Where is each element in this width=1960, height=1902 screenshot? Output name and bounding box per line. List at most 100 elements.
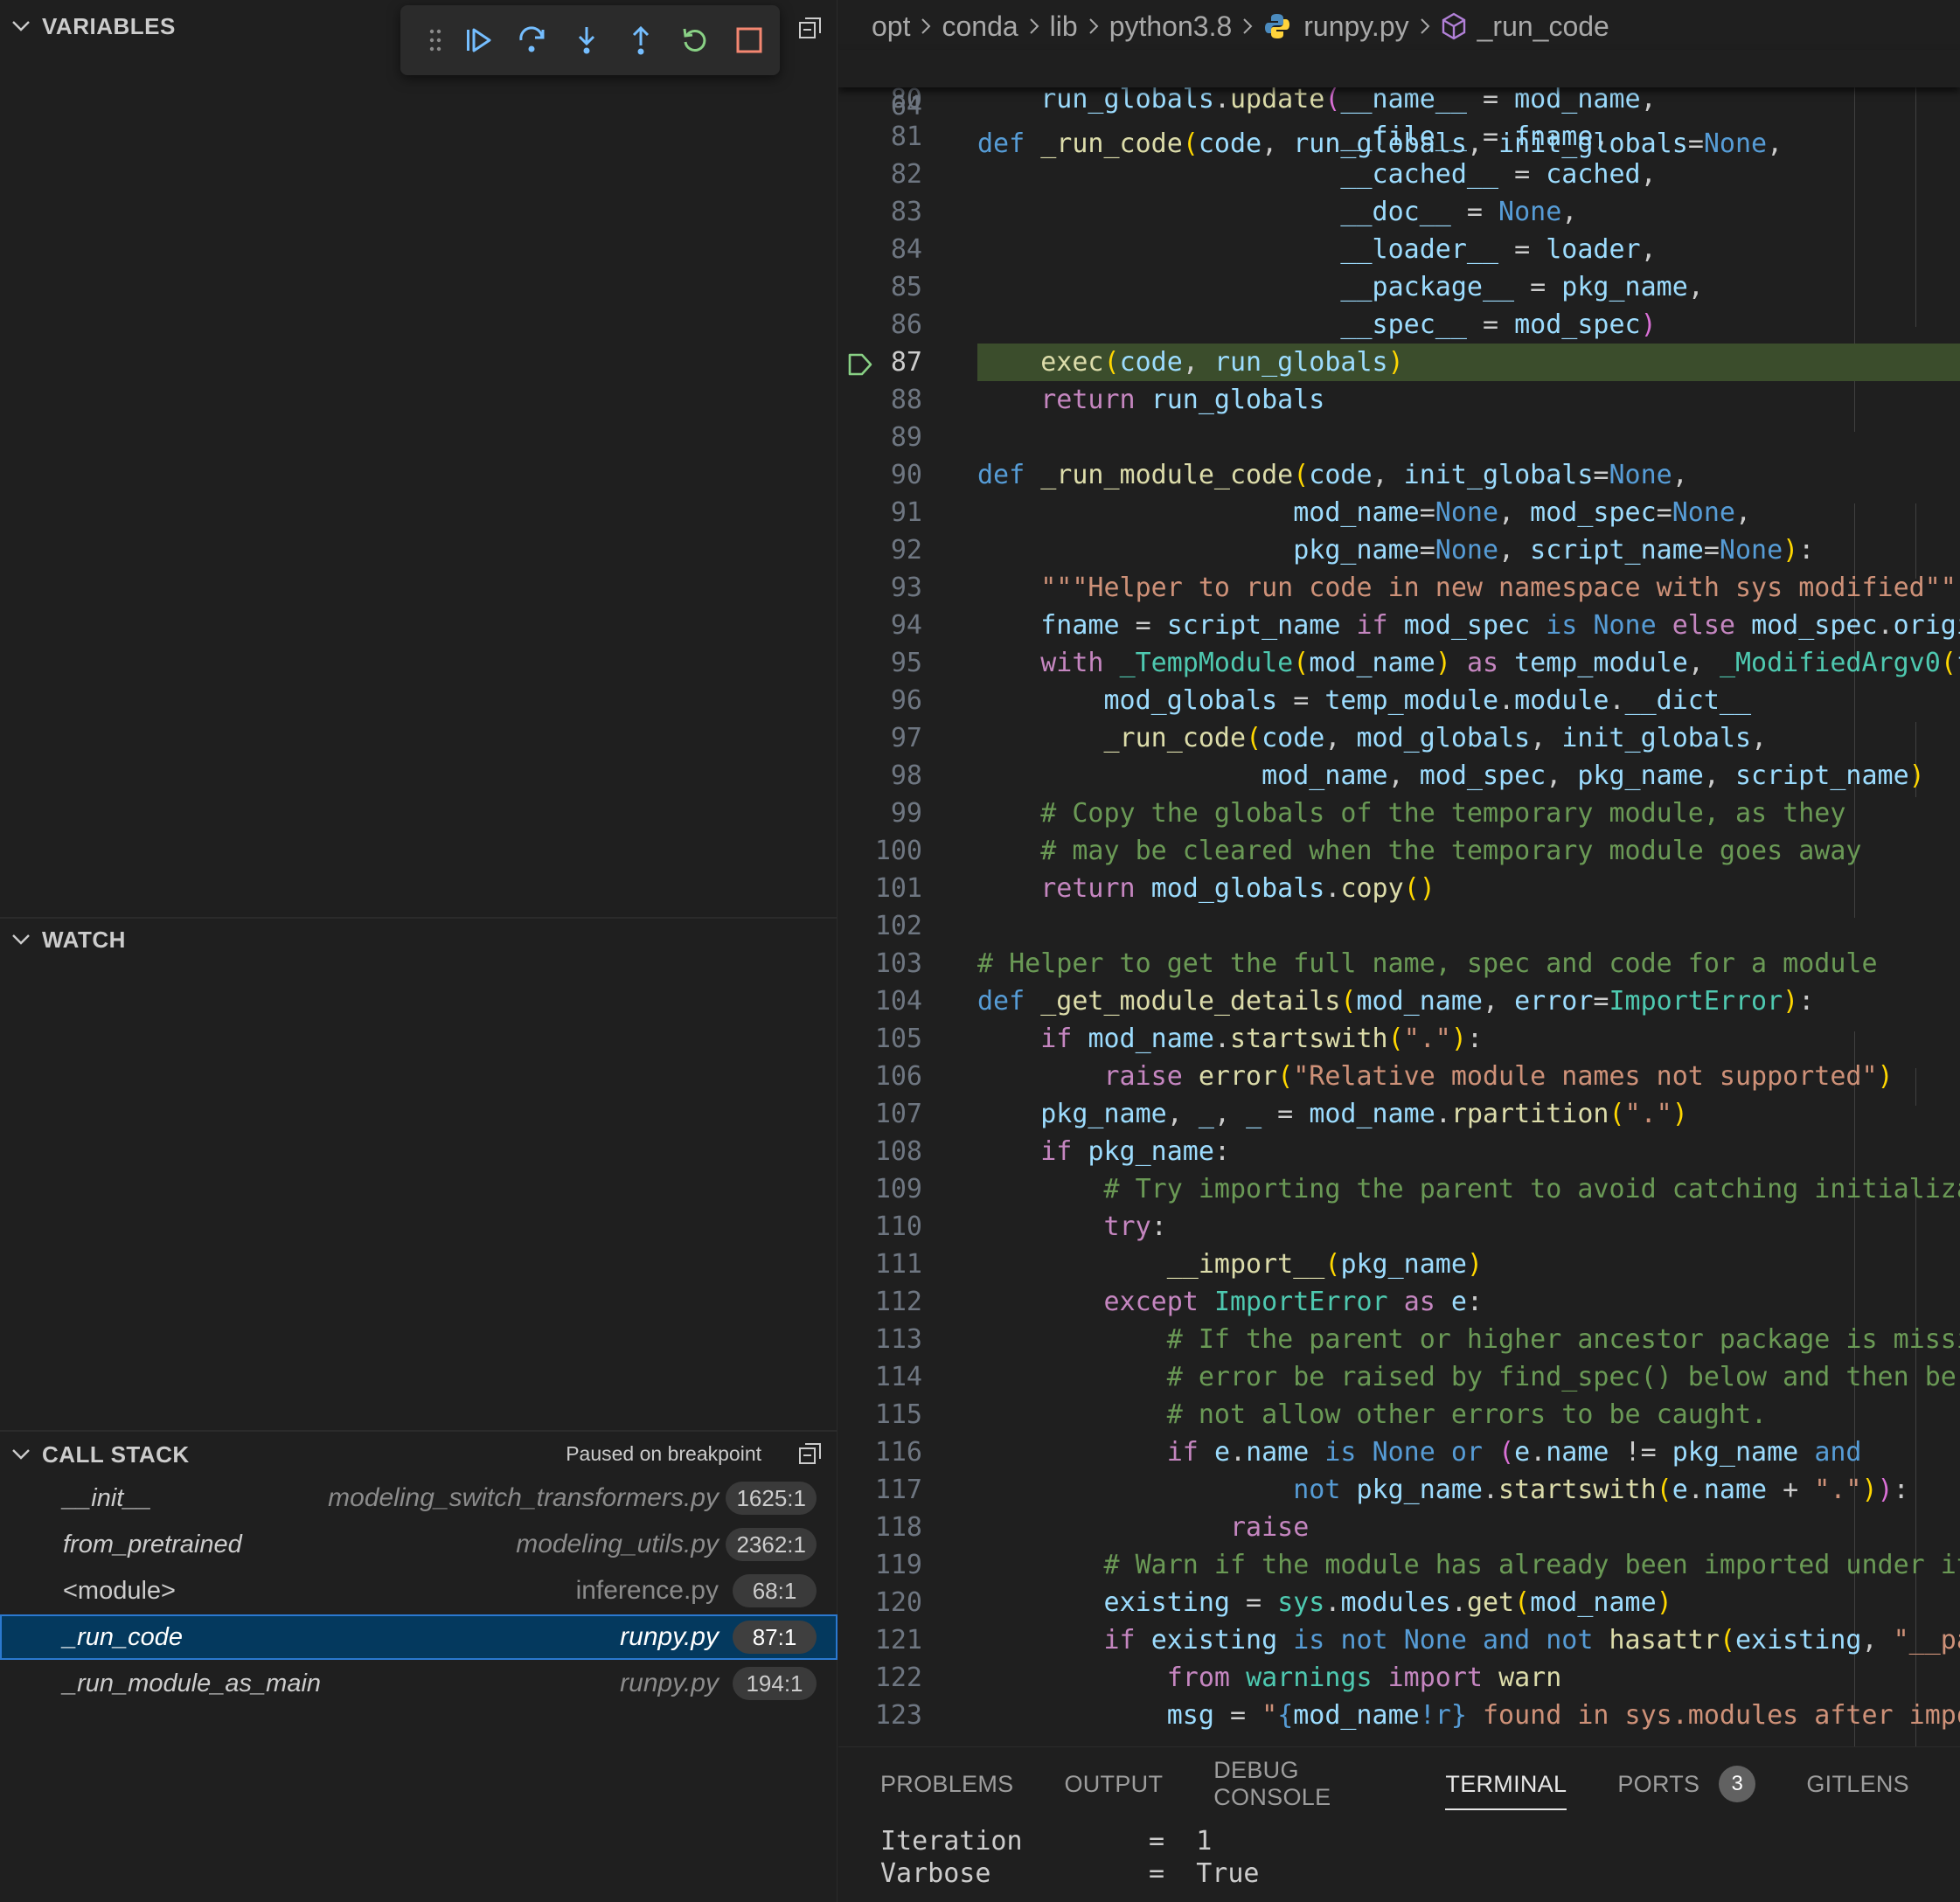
step-over-button[interactable]	[505, 5, 560, 75]
code-line[interactable]: 110 try:	[838, 1208, 1960, 1246]
chevron-down-icon	[0, 0, 42, 52]
code-text: pkg_name=None, script_name=None):	[1293, 535, 1815, 566]
code-line[interactable]: 95 with _TempModule(mod_name) as temp_mo…	[838, 644, 1960, 682]
code-text: # may be cleared when the temporary modu…	[1040, 836, 1862, 866]
line-number: 84	[890, 234, 922, 265]
collapse-all-icon[interactable]	[793, 1436, 828, 1471]
tab-ports[interactable]: PORTS 3	[1617, 1758, 1756, 1810]
frame-position: 87:1	[733, 1621, 817, 1654]
callstack-frame[interactable]: <module> inference.py 68:1	[0, 1568, 838, 1614]
code-line[interactable]: 117 not pkg_name.startswith(e.name + "."…	[838, 1471, 1960, 1509]
code-line[interactable]: 123 msg = "{mod_name!r} found in sys.mod…	[838, 1697, 1960, 1734]
code-line[interactable]: 83 __doc__ = None,	[838, 193, 1960, 231]
code-line[interactable]: 86 __spec__ = mod_spec)	[838, 306, 1960, 344]
code-line[interactable]: 85 __package__ = pkg_name,	[838, 268, 1960, 306]
code-text: if mod_name.startswith("."):	[1040, 1024, 1483, 1054]
code-line[interactable]: 113 # If the parent or higher ancestor p…	[838, 1321, 1960, 1358]
code-line[interactable]: 120 existing = sys.modules.get(mod_name)	[838, 1584, 1960, 1621]
continue-icon	[467, 28, 491, 52]
breadcrumb-item[interactable]: opt	[872, 10, 910, 43]
code-line[interactable]: 99 # Copy the globals of the temporary m…	[838, 795, 1960, 832]
code-text: __spec__ = mod_spec)	[1340, 309, 1657, 340]
code-line[interactable]: 102	[838, 907, 1960, 945]
continue-button[interactable]	[451, 5, 505, 75]
tab-output[interactable]: OUTPUT	[1064, 1758, 1163, 1810]
code-line[interactable]: 105 if mod_name.startswith("."):	[838, 1020, 1960, 1058]
code-text: msg = "{mod_name!r} found in sys.modules…	[1166, 1700, 1960, 1731]
restart-button[interactable]	[668, 5, 722, 75]
line-number: 97	[890, 723, 922, 753]
code-text: # Copy the globals of the temporary modu…	[1040, 798, 1846, 829]
code-line[interactable]: 96 mod_globals = temp_module.module.__di…	[838, 682, 1960, 719]
line-number: 118	[874, 1512, 922, 1543]
tab-terminal[interactable]: TERMINAL	[1445, 1758, 1567, 1810]
watch-section-header[interactable]: WATCH	[0, 913, 838, 966]
breadcrumb-item[interactable]: _run_code	[1477, 10, 1609, 43]
code-line[interactable]: 121 if existing is not None and not hasa…	[838, 1621, 1960, 1659]
sticky-scroll-line[interactable]: 64 def _run_code(code, run_globals, init…	[838, 50, 1960, 159]
code-line[interactable]: 94 fname = script_name if mod_spec is No…	[838, 607, 1960, 644]
callstack-frame-selected[interactable]: _run_code runpy.py 87:1	[0, 1614, 838, 1660]
code-text: raise error("Relative module names not s…	[1103, 1061, 1894, 1092]
code-text: with _TempModule(mod_name) as temp_modul…	[1040, 648, 1960, 678]
code-editor[interactable]: opt conda lib python3.8 runpy.py _run_co…	[838, 0, 1960, 1746]
current-execution-line[interactable]: exec(code, run_globals)	[977, 344, 1960, 381]
breadcrumb-item[interactable]: runpy.py	[1303, 10, 1408, 43]
breadcrumb-item[interactable]: python3.8	[1109, 10, 1233, 43]
code-line[interactable]: 118 raise	[838, 1509, 1960, 1546]
collapse-all-icon[interactable]	[793, 10, 828, 45]
code-line[interactable]: 108 if pkg_name:	[838, 1133, 1960, 1170]
code-line[interactable]: 111 __import__(pkg_name)	[838, 1246, 1960, 1283]
code-line[interactable]: 101 return mod_globals.copy()	[838, 870, 1960, 907]
code-text: _run_code(code, mod_globals, init_global…	[1103, 723, 1768, 753]
code-line[interactable]: 122 from warnings import warn	[838, 1659, 1960, 1697]
breadcrumb-item[interactable]: conda	[942, 10, 1018, 43]
code-text: if pkg_name:	[1040, 1136, 1230, 1167]
code-line[interactable]: 119 # Warn if the module has already bee…	[838, 1546, 1960, 1584]
tab-gitlens[interactable]: GITLENS	[1806, 1758, 1909, 1810]
frame-position: 2362:1	[726, 1528, 817, 1561]
code-line[interactable]: 109 # Try importing the parent to avoid …	[838, 1170, 1960, 1208]
code-line[interactable]: 103 # Helper to get the full name, spec a…	[838, 945, 1960, 982]
step-into-button[interactable]	[560, 5, 614, 75]
drag-handle-icon[interactable]	[420, 5, 451, 75]
code-line[interactable]: 116 if e.name is None or (e.name != pkg_…	[838, 1433, 1960, 1471]
frame-file: runpy.py	[620, 1669, 719, 1697]
code-text: from warnings import warn	[1166, 1663, 1562, 1693]
code-line[interactable]: 88 return run_globals	[838, 381, 1960, 419]
code-line[interactable]: 107 pkg_name, _, _ = mod_name.rpartition…	[838, 1095, 1960, 1133]
code-line[interactable]: 89	[838, 419, 1960, 456]
code-line[interactable]: 106 raise error("Relative module names n…	[838, 1058, 1960, 1095]
code-line[interactable]: 100 # may be cleared when the temporary …	[838, 832, 1960, 870]
breadcrumb-item[interactable]: lib	[1050, 10, 1078, 43]
code-line[interactable]: 84 __loader__ = loader,	[838, 231, 1960, 268]
step-out-button[interactable]	[614, 5, 668, 75]
code-text: __loader__ = loader,	[1340, 234, 1657, 265]
code-line[interactable]: 112 except ImportError as e:	[838, 1283, 1960, 1321]
line-number: 116	[874, 1437, 922, 1468]
code-line[interactable]: 97 _run_code(code, mod_globals, init_glo…	[838, 719, 1960, 757]
tab-debug-console[interactable]: DEBUG CONSOLE	[1213, 1757, 1394, 1810]
code-line[interactable]: 93 """Helper to run code in new namespac…	[838, 569, 1960, 607]
breakpoint-current-icon[interactable]	[845, 345, 875, 383]
callstack-frame[interactable]: __init__ modeling_switch_transformers.py…	[0, 1475, 838, 1521]
symbol-method-icon	[1441, 12, 1467, 40]
line-number: 89	[890, 422, 922, 453]
code-line[interactable]: 98 mod_name, mod_spec, pkg_name, script_…	[838, 757, 1960, 795]
tab-problems[interactable]: PROBLEMS	[880, 1758, 1013, 1810]
code-line[interactable]: 92 pkg_name=None, script_name=None):	[838, 531, 1960, 569]
code-text: return run_globals	[1040, 385, 1325, 415]
tab-ports-label: PORTS	[1617, 1770, 1700, 1797]
code-line[interactable]: 114 # error be raised by find_spec() bel…	[838, 1358, 1960, 1396]
stop-button[interactable]	[722, 5, 776, 75]
callstack-frame[interactable]: from_pretrained modeling_utils.py 2362:1	[0, 1522, 838, 1567]
code-text: not pkg_name.startswith(e.name + ".")):	[1293, 1475, 1909, 1505]
step-out-icon	[632, 25, 650, 55]
callstack-frame[interactable]: _run_module_as_main runpy.py 194:1	[0, 1661, 838, 1706]
code-text: # Warn if the module has already been im…	[1103, 1550, 1960, 1580]
code-line[interactable]: 104 def _get_module_details(mod_name, err…	[838, 982, 1960, 1020]
line-number: 102	[874, 911, 922, 941]
code-line[interactable]: 115 # not allow other errors to be caugh…	[838, 1396, 1960, 1433]
code-line[interactable]: 90 def _run_module_code(code, init_global…	[838, 456, 1960, 494]
code-line[interactable]: 91 mod_name=None, mod_spec=None,	[838, 494, 1960, 531]
